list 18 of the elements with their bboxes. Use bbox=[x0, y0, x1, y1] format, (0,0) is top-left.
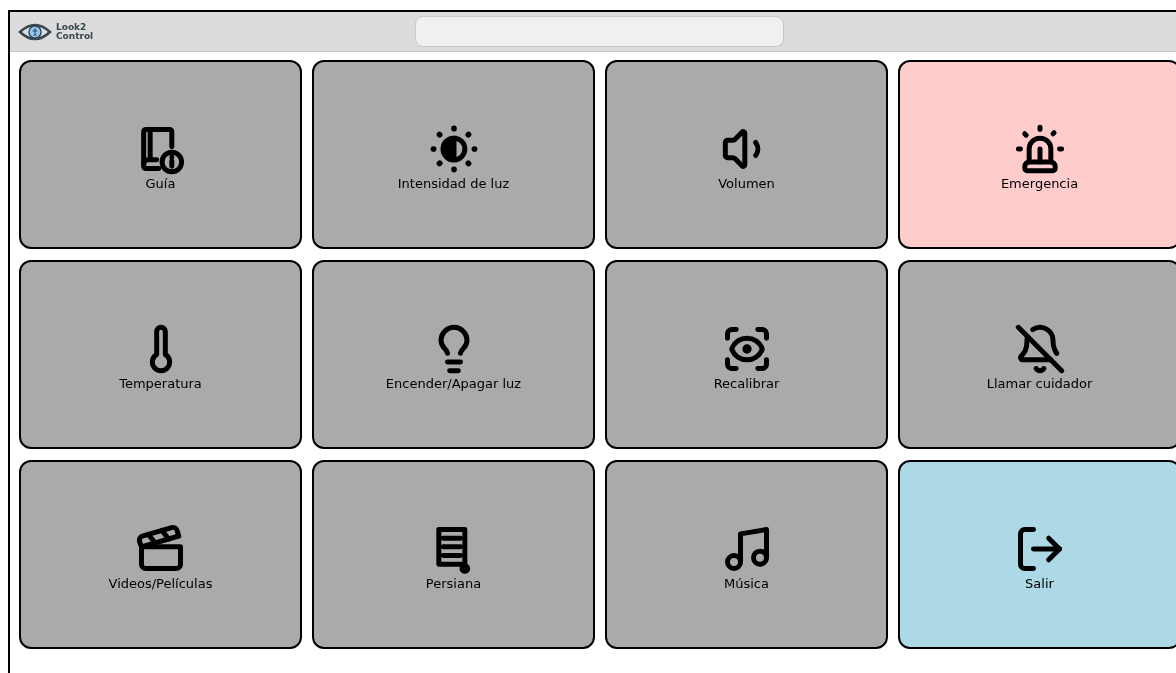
bell-off-icon bbox=[1013, 322, 1066, 375]
tile-button[interactable]: Emergencia bbox=[898, 60, 1176, 249]
input-field[interactable] bbox=[415, 16, 784, 47]
tile-button[interactable]: Encender/Apagar luz bbox=[312, 260, 595, 449]
logo-text: Control bbox=[56, 31, 94, 41]
tile-button[interactable]: Volumen bbox=[605, 60, 888, 249]
tile-button[interactable]: Temperatura bbox=[19, 260, 302, 449]
logo-text: Look2 bbox=[56, 22, 88, 32]
tile-button[interactable]: Videos/Películas bbox=[19, 460, 302, 649]
tile-button[interactable]: Salir bbox=[898, 460, 1176, 649]
tile-button[interactable]: Intensidad de luz bbox=[312, 60, 595, 249]
tile-button[interactable]: Llamar cuidador bbox=[898, 260, 1176, 449]
tile-button[interactable]: Recalibrar bbox=[605, 260, 888, 449]
tile-button[interactable]: Persiana bbox=[312, 460, 595, 649]
eye-logo-icon bbox=[18, 21, 52, 42]
siren-icon bbox=[1013, 122, 1066, 175]
tile-button[interactable]: Música bbox=[605, 460, 888, 649]
tile-button[interactable]: Guía bbox=[19, 60, 302, 249]
